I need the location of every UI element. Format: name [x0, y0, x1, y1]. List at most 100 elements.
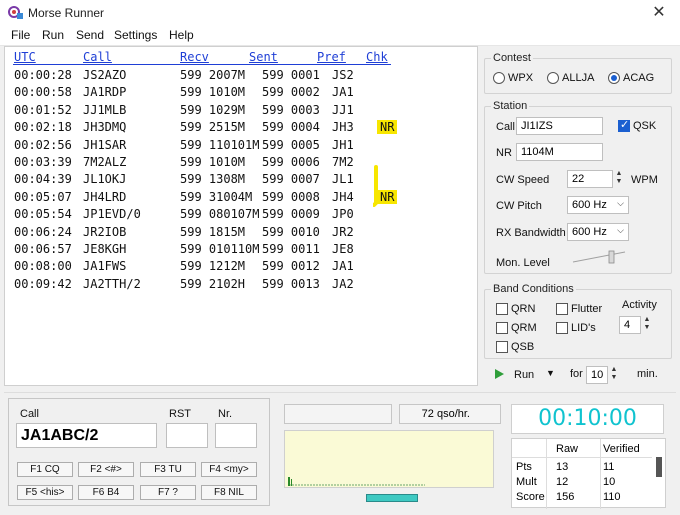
- log-cell-call: JA1RDP: [83, 85, 127, 100]
- log-row[interactable]: 00:00:28 JS2AZO 599 2007M 599 0001 JS2: [5, 68, 475, 84]
- log-cell-call: JH1SAR: [83, 137, 127, 152]
- run-minutes-spinner-icon[interactable]: ▲ ▼: [608, 366, 620, 384]
- log-row[interactable]: 00:01:52 JJ1MLB 599 1029M 599 0003 JJ1: [5, 103, 475, 119]
- radio-allja[interactable]: [547, 72, 559, 84]
- f5-button[interactable]: F5 <his>: [17, 485, 73, 500]
- menu-help[interactable]: Help: [169, 28, 194, 42]
- score-scrollbar[interactable]: [656, 457, 662, 477]
- log-row[interactable]: 00:05:07 JH4LRD 599 31004M 599 0008 JH4 NR: [5, 189, 475, 206]
- log-cell-call: JS2AZO: [83, 68, 127, 82]
- run-for-label: for: [570, 368, 583, 380]
- f6-b4-button[interactable]: F6 B4: [78, 485, 134, 500]
- log-cell-utc: 00:06:57: [14, 242, 72, 256]
- log-cell-recv: 599 1010M: [180, 85, 246, 100]
- scope-scroll-indicator[interactable]: [366, 494, 418, 502]
- flutter-checkbox[interactable]: [556, 303, 568, 315]
- run-dropdown-icon[interactable]: ▼: [546, 368, 555, 378]
- cw-speed-label: CW Speed: [496, 174, 550, 186]
- log-row[interactable]: 00:08:00 JA1FWS 599 1212M 599 0012 JA1: [5, 259, 475, 275]
- close-icon[interactable]: ✕: [648, 3, 670, 23]
- run-minutes-field[interactable]: 10: [586, 366, 608, 384]
- activity-field[interactable]: 4: [619, 316, 641, 334]
- f2-button[interactable]: F2 <#>: [78, 462, 134, 477]
- score-row-score-verified: 110: [603, 491, 621, 503]
- log-cell-sent: 599 0005: [262, 137, 320, 152]
- log-row[interactable]: 00:02:56 JH1SAR 599 110101M 599 0005 JH1: [5, 138, 475, 154]
- log-row[interactable]: 00:06:24 JR2IOB 599 1815M 599 0010 JR2: [5, 225, 475, 241]
- log-cell-recv: 599 2007M: [180, 68, 246, 82]
- f7-button[interactable]: F7 ?: [140, 485, 196, 500]
- log-cell-sent: 599 0006: [262, 155, 320, 169]
- f8-nil-button[interactable]: F8 NIL: [201, 485, 257, 500]
- contest-group: Contest WPX ALLJA ACAG: [484, 52, 672, 94]
- entry-call-field[interactable]: JA1ABC/2: [16, 423, 157, 448]
- log-row[interactable]: 00:03:39 7M2ALZ 599 1010M 599 0006 7M2: [5, 155, 475, 171]
- log-cell-recv: 599 1815M: [180, 224, 246, 239]
- log-cell-recv: 599 1029M: [180, 102, 246, 117]
- cw-speed-spinner-icon[interactable]: ▲ ▼: [613, 170, 625, 188]
- log-cell-pref: JE8: [332, 242, 354, 256]
- score-row-pts-verified: 11: [603, 461, 615, 473]
- wpm-label: WPM: [631, 174, 658, 186]
- log-cell-recv: 599 080107M: [180, 207, 260, 222]
- mon-level-slider[interactable]: [571, 249, 629, 265]
- log-row[interactable]: 00:02:18 JH3DMQ 599 2515M 599 0004 JH3 NR: [5, 120, 475, 136]
- run-button[interactable]: Run: [514, 369, 534, 381]
- log-cell-sent: 599 0009: [262, 207, 320, 222]
- log-row[interactable]: 00:06:57 JE8KGH 599 010110M 599 0011 JE8: [5, 242, 475, 258]
- rx-bandwidth-select[interactable]: 600 Hz ⌵: [567, 223, 629, 241]
- log-row[interactable]: 00:04:39 JL1OKJ 599 1308M 599 0007 JL1: [5, 172, 475, 188]
- log-cell-call: JH4LRD: [83, 189, 127, 204]
- log-cell-recv: 599 1212M: [180, 259, 246, 274]
- entry-call-label: Call: [20, 408, 39, 420]
- log-cell-utc: 00:06:24: [14, 224, 72, 239]
- lids-checkbox[interactable]: [556, 322, 568, 334]
- f4-button[interactable]: F4 <my>: [201, 462, 257, 477]
- radio-wpx[interactable]: [493, 72, 505, 84]
- qrm-checkbox[interactable]: [496, 322, 508, 334]
- contest-timer: 00:10:00: [511, 404, 664, 434]
- signal-scope: [284, 430, 494, 488]
- highlight-mark: [373, 165, 378, 207]
- activity-spinner-icon[interactable]: ▲ ▼: [641, 316, 653, 334]
- log-cell-sent: 599 0008: [262, 189, 320, 204]
- window-title: Morse Runner: [28, 6, 105, 20]
- score-row-score-raw: 156: [556, 491, 575, 503]
- log-cell-sent: 599 0013: [262, 276, 320, 291]
- log-row[interactable]: 00:00:58 JA1RDP 599 1010M 599 0002 JA1: [5, 85, 475, 101]
- station-nr-field[interactable]: 1104M: [516, 143, 603, 161]
- log-cell-utc: 00:01:52: [14, 102, 72, 117]
- qrn-checkbox[interactable]: [496, 303, 508, 315]
- radio-acag[interactable]: [608, 72, 620, 84]
- title-bar: Morse Runner ✕: [0, 0, 680, 26]
- log-row[interactable]: 00:09:42 JA2TTH/2 599 2102H 599 0013 JA2: [5, 277, 475, 293]
- menu-run[interactable]: Run: [42, 28, 64, 42]
- log-header-sent: Sent: [249, 50, 278, 64]
- radio-wpx-label: WPX: [508, 72, 534, 84]
- station-group-title: Station: [491, 100, 530, 112]
- f1-cq-button[interactable]: F1 CQ: [17, 462, 73, 477]
- entry-rst-field[interactable]: [166, 423, 208, 448]
- qsk-checkbox[interactable]: [618, 118, 630, 132]
- qrn-label: QRN: [511, 303, 536, 315]
- log-cell-utc: 00:08:00: [14, 259, 72, 274]
- log-cell-recv: 599 1010M: [180, 155, 246, 169]
- station-call-label: Call: [496, 121, 515, 133]
- cw-speed-field[interactable]: 22: [567, 170, 613, 188]
- station-call-field[interactable]: JI1IZS: [516, 117, 603, 135]
- entry-nr-label: Nr.: [218, 408, 233, 420]
- play-icon[interactable]: [493, 368, 505, 380]
- f3-tu-button[interactable]: F3 TU: [140, 462, 196, 477]
- menu-settings[interactable]: Settings: [114, 28, 157, 42]
- lids-label: LID's: [571, 322, 596, 334]
- menu-send[interactable]: Send: [76, 28, 104, 42]
- log-cell-call: JR2IOB: [83, 224, 127, 239]
- band-conditions-group: Band Conditions QRN QRM QSB Flutter LID'…: [484, 283, 672, 359]
- cw-pitch-select[interactable]: 600 Hz ⌵: [567, 196, 629, 214]
- entry-nr-field[interactable]: [215, 423, 257, 448]
- qso-log[interactable]: UTC Call Recv Sent Pref Chk 00:00:28 JS2A…: [4, 46, 478, 386]
- status-rate-panel: 72 qso/hr.: [399, 404, 501, 424]
- qsb-checkbox[interactable]: [496, 341, 508, 353]
- log-row[interactable]: 00:05:54 JP1EVD/0 599 080107M 599 0009 JP0: [5, 207, 475, 223]
- menu-file[interactable]: File: [11, 28, 30, 42]
